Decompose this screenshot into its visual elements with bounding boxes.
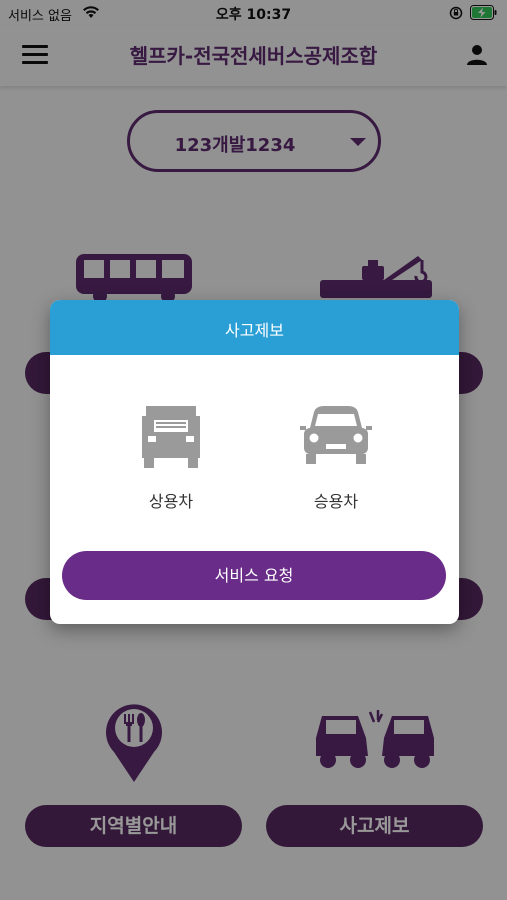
passenger-vehicle-label: 승용차 xyxy=(313,492,359,511)
dialog-title: 사고제보 xyxy=(225,321,284,340)
car-icon xyxy=(300,406,372,464)
commercial-vehicle-label: 상용차 xyxy=(148,492,194,511)
truck-icon xyxy=(142,406,200,468)
commercial-vehicle-option[interactable]: 상용차 xyxy=(111,400,231,520)
passenger-vehicle-option[interactable]: 승용차 xyxy=(276,400,396,520)
service-request-button[interactable]: 서비스 요청 xyxy=(62,551,446,600)
dialog-header: 사고제보 xyxy=(50,300,459,355)
app-screen: 서비스 없음 오후 10:37 헬프카-전국전세버스공제조합 123개발1234… xyxy=(0,0,507,900)
accident-report-dialog: 사고제보 상용차 승용차 서비스 요청 xyxy=(50,300,459,624)
